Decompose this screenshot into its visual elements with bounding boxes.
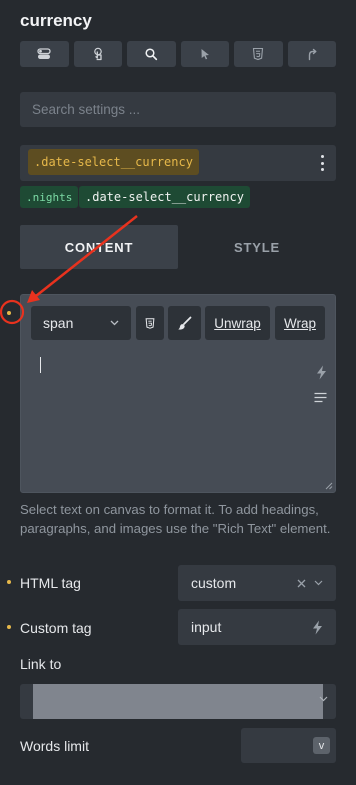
number-spinner[interactable]: v — [313, 737, 330, 754]
class-chip-currency[interactable]: .date-select__currency — [79, 186, 250, 208]
text-editor[interactable]: span Unwrap Wrap — [20, 294, 336, 493]
link-to-select[interactable] — [20, 684, 336, 719]
html5-button[interactable] — [136, 306, 164, 340]
chevron-down-icon — [110, 320, 119, 326]
brush-button[interactable] — [168, 306, 201, 340]
chevron-down-icon — [319, 696, 328, 702]
custom-tag-indicator-dot — [7, 625, 11, 629]
modified-indicator-dot — [7, 311, 11, 315]
wrap-button[interactable]: Wrap — [275, 306, 325, 340]
link-to-label: Link to — [20, 656, 62, 672]
text-caret — [40, 357, 41, 373]
tab-style[interactable]: STYLE — [178, 225, 336, 269]
search-settings-input[interactable] — [20, 92, 336, 127]
tag-select-value: span — [43, 315, 74, 331]
resize-handle-icon[interactable] — [324, 481, 333, 490]
dynamic-data-icon[interactable] — [316, 365, 327, 380]
touch-icon[interactable] — [73, 41, 122, 67]
toggle-icon[interactable] — [20, 41, 69, 67]
help-text: Select text on canvas to format it. To a… — [20, 502, 331, 536]
custom-tag-input[interactable]: input — [178, 609, 336, 645]
dynamic-data-icon[interactable] — [312, 620, 323, 635]
element-icon-bar — [20, 41, 336, 67]
brush-icon — [178, 316, 192, 330]
panel-title: currency — [20, 11, 92, 30]
tag-select[interactable]: span — [31, 306, 131, 340]
tab-content[interactable]: CONTENT — [20, 225, 178, 269]
link-to-value-area — [33, 684, 323, 719]
css-selector-field[interactable]: .date-select__currency — [20, 145, 336, 181]
more-options-icon[interactable] — [320, 155, 324, 171]
unwrap-button[interactable]: Unwrap — [205, 306, 270, 340]
html5-icon[interactable] — [234, 41, 283, 67]
words-limit-label: Words limit — [20, 738, 89, 754]
active-class-chip[interactable]: .date-select__currency — [28, 149, 199, 175]
custom-tag-label: Custom tag — [20, 620, 92, 636]
cursor-icon[interactable] — [180, 41, 229, 67]
html5-icon — [145, 317, 155, 329]
html-tag-select[interactable]: custom — [178, 565, 336, 601]
custom-tag-value: input — [191, 619, 222, 635]
chevron-down-icon — [314, 580, 323, 586]
class-chip-nights[interactable]: .nights — [20, 186, 79, 208]
search-icon[interactable] — [127, 41, 176, 67]
share-icon[interactable] — [287, 41, 336, 67]
clear-icon[interactable] — [297, 579, 306, 588]
words-limit-input[interactable]: v — [241, 728, 336, 763]
html-tag-value: custom — [191, 575, 237, 591]
text-lines-icon[interactable] — [314, 392, 327, 403]
html-tag-indicator-dot — [7, 580, 11, 584]
html-tag-label: HTML tag — [20, 575, 81, 591]
